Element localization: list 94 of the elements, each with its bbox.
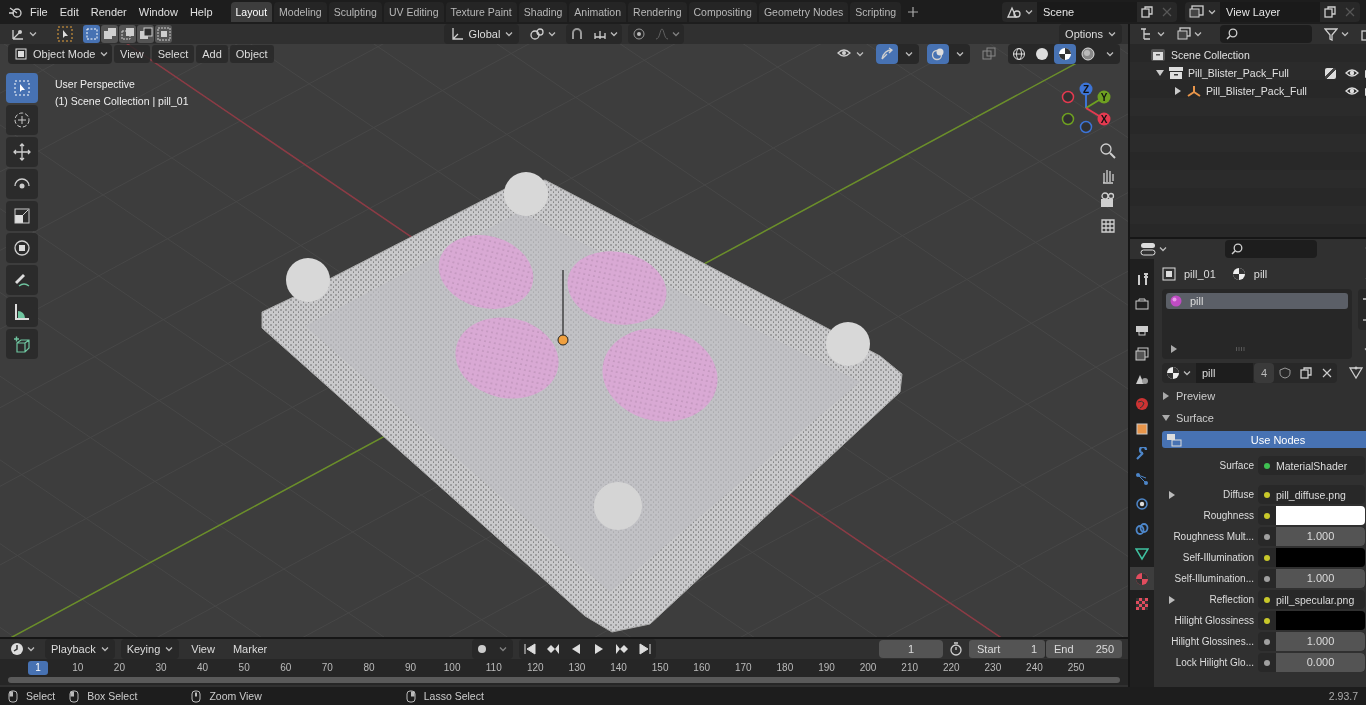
workspace-tab[interactable]: Layout (230, 2, 273, 22)
mode-dropdown[interactable]: Object Mode (8, 44, 112, 64)
property-label: Hilight Glossiness (1174, 615, 1254, 626)
property-label: Surface (1219, 460, 1254, 471)
menu-item[interactable]: Add (196, 45, 228, 63)
frame-number: 150 (650, 662, 670, 673)
frame-number: 240 (1025, 662, 1044, 673)
frame-number: 200 (858, 662, 878, 673)
menu-item[interactable]: Window (132, 6, 184, 18)
workspace-tab[interactable]: Animation (569, 2, 627, 22)
frame-number: 20 (112, 662, 126, 673)
material-slot[interactable]: pill (1166, 293, 1348, 309)
menu-item[interactable]: Marker (226, 640, 274, 658)
status-hint: Box Select (87, 690, 138, 702)
frame-number: 100 (442, 662, 462, 673)
current-frame-field[interactable]: 1 (879, 640, 943, 658)
frame-number: 10 (71, 662, 85, 673)
frame-number: 50 (237, 662, 251, 673)
start-frame-field[interactable]: Start 1 (969, 640, 1045, 658)
property-label: Roughness Mult... (1173, 531, 1254, 542)
scene-field[interactable]: Scene (1037, 2, 1137, 22)
version-text: 2.93.7 (1328, 690, 1358, 702)
frame-number: 90 (404, 662, 418, 673)
use-nodes-button[interactable]: Use Nodes (1162, 431, 1366, 448)
breadcrumb-text: pill (1253, 268, 1268, 280)
number-field[interactable]: 1.000 (1276, 527, 1365, 546)
frame-number: 30 (154, 662, 168, 673)
status-hint: Zoom View (209, 690, 262, 702)
linked-input-field[interactable]: pill_specular.png (1258, 590, 1365, 609)
workspace-tab[interactable]: Compositing (688, 2, 757, 22)
frame-number: 120 (526, 662, 545, 673)
transform-orientation-dropdown[interactable]: Global (443, 24, 520, 44)
workspace-tab[interactable]: Scripting (850, 2, 902, 22)
frame-number: 170 (733, 662, 753, 673)
property-label: Lock Hilight Glo... (1175, 657, 1254, 668)
workspace-tab[interactable]: Sculpting (328, 2, 382, 22)
menu-item[interactable]: Edit (53, 6, 85, 18)
frame-number: 80 (362, 662, 376, 673)
number-field[interactable]: 1.000 (1276, 569, 1365, 588)
menu-item[interactable]: View (114, 45, 150, 63)
panel-header[interactable]: Preview (1162, 387, 1366, 405)
viewport-info-text: User Perspective (55, 77, 136, 92)
frame-number: 70 (320, 662, 334, 673)
material-name-field[interactable]: pill (1196, 363, 1253, 383)
options-dropdown[interactable]: Options (1059, 24, 1122, 44)
tree-item[interactable]: Scene Collection (1171, 49, 1250, 61)
number-field[interactable]: 0.000 (1276, 653, 1365, 672)
linked-input-field[interactable]: pill_diffuse.png (1258, 485, 1365, 504)
frame-number: 190 (817, 662, 836, 673)
property-label: Reflection (1209, 594, 1254, 605)
menu-item[interactable]: Select (151, 45, 195, 63)
frame-number: 210 (900, 662, 919, 673)
frame-number: 60 (279, 662, 293, 673)
dropdown-menu[interactable]: Playback (45, 639, 115, 659)
panel-header[interactable]: Surface (1162, 409, 1366, 427)
property-label: Roughness (1203, 510, 1254, 521)
menu-item[interactable]: Help (183, 6, 219, 18)
frame-number: 250 (1066, 662, 1086, 673)
menu-item[interactable]: Render (84, 6, 133, 18)
workspace-tab[interactable]: Modeling (274, 2, 327, 22)
property-label: Hilight Glossines... (1171, 636, 1254, 647)
view-layer-field[interactable]: View Layer (1220, 2, 1320, 22)
end-frame-field[interactable]: End 250 (1046, 640, 1122, 658)
tree-item[interactable]: Pill_Blister_Pack_Full (1188, 67, 1289, 79)
menu-item[interactable]: Object (229, 45, 274, 63)
menu-item[interactable]: View (185, 640, 221, 658)
dropdown-menu[interactable]: Keying (120, 639, 180, 659)
workspace-tab[interactable]: Texture Paint (445, 2, 517, 22)
workspace-tab[interactable]: Shading (518, 2, 568, 22)
breadcrumb-text: pill_01 (1184, 268, 1216, 280)
frame-number: 130 (567, 662, 587, 673)
tree-item[interactable]: Pill_Blister_Pack_Full (1206, 85, 1307, 97)
frame-number: 220 (941, 662, 961, 673)
frame-number: 180 (775, 662, 795, 673)
linked-input-field[interactable]: MaterialShader (1258, 456, 1365, 475)
number-field[interactable]: 1.000 (1276, 632, 1365, 651)
users-count-button[interactable]: 4 (1254, 363, 1274, 383)
menu-item[interactable]: File (24, 6, 54, 18)
workspace-tab[interactable]: UV Editing (383, 2, 444, 22)
frame-number: 160 (692, 662, 712, 673)
frame-number: 230 (983, 662, 1003, 673)
viewport-info-text: (1) Scene Collection | pill_01 (55, 94, 189, 109)
current-frame-marker[interactable]: 1 (28, 660, 48, 675)
axis-handle[interactable]: X (1085, 107, 1111, 126)
workspace-tab[interactable]: Geometry Nodes (758, 2, 849, 22)
status-hint: Select (26, 690, 56, 702)
property-label: Self-Illumination (1182, 552, 1254, 563)
frame-number: 110 (484, 662, 503, 673)
status-hint: Lasso Select (423, 690, 484, 702)
property-label: Diffuse (1223, 489, 1254, 500)
workspace-tab[interactable]: Rendering (628, 2, 687, 22)
frame-number: 40 (196, 662, 210, 673)
frame-number: 140 (609, 662, 628, 673)
property-label: Self-Illumination... (1174, 573, 1254, 584)
